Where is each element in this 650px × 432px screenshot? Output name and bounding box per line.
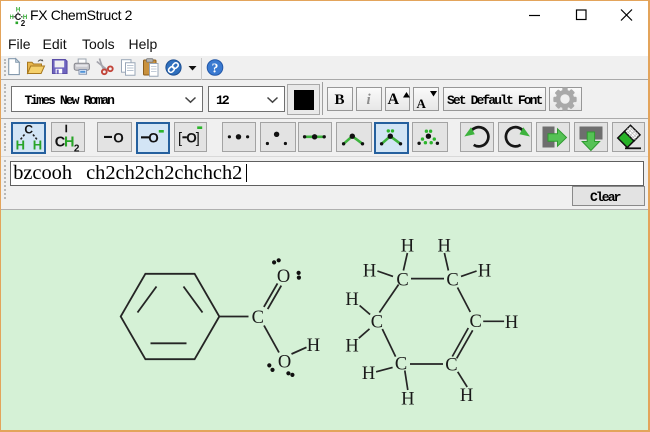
- svg-text:H: H: [401, 389, 414, 409]
- svg-text:H: H: [363, 261, 376, 281]
- svg-text:C: C: [252, 308, 264, 328]
- svg-text:H: H: [438, 237, 451, 257]
- svg-text:H: H: [345, 337, 358, 357]
- svg-text:?: ?: [212, 60, 219, 75]
- svg-text:H: H: [362, 364, 375, 384]
- svg-text:C: C: [396, 271, 408, 291]
- svg-text:2: 2: [21, 19, 26, 27]
- svg-text:H: H: [460, 386, 473, 406]
- svg-text:C: C: [470, 312, 482, 332]
- svg-text:C: C: [446, 271, 458, 291]
- svg-text:H: H: [505, 313, 518, 333]
- svg-text:C: C: [371, 313, 383, 333]
- svg-text:H: H: [307, 336, 320, 356]
- svg-text:C: C: [445, 355, 457, 375]
- svg-text:O: O: [113, 130, 124, 145]
- svg-text:H: H: [478, 261, 491, 281]
- svg-text:H: H: [401, 237, 414, 257]
- svg-text:H: H: [345, 290, 358, 310]
- svg-text:[: [: [178, 131, 182, 147]
- svg-text:O: O: [278, 352, 291, 372]
- svg-text:O: O: [186, 130, 197, 145]
- svg-text:H: H: [33, 138, 42, 153]
- svg-text:O: O: [277, 267, 290, 287]
- svg-text:H: H: [16, 138, 25, 153]
- svg-text:C: C: [395, 355, 407, 375]
- svg-text:O: O: [148, 130, 159, 145]
- svg-text:H: H: [10, 15, 14, 21]
- svg-text:2: 2: [74, 144, 80, 155]
- svg-text:C: C: [24, 122, 33, 136]
